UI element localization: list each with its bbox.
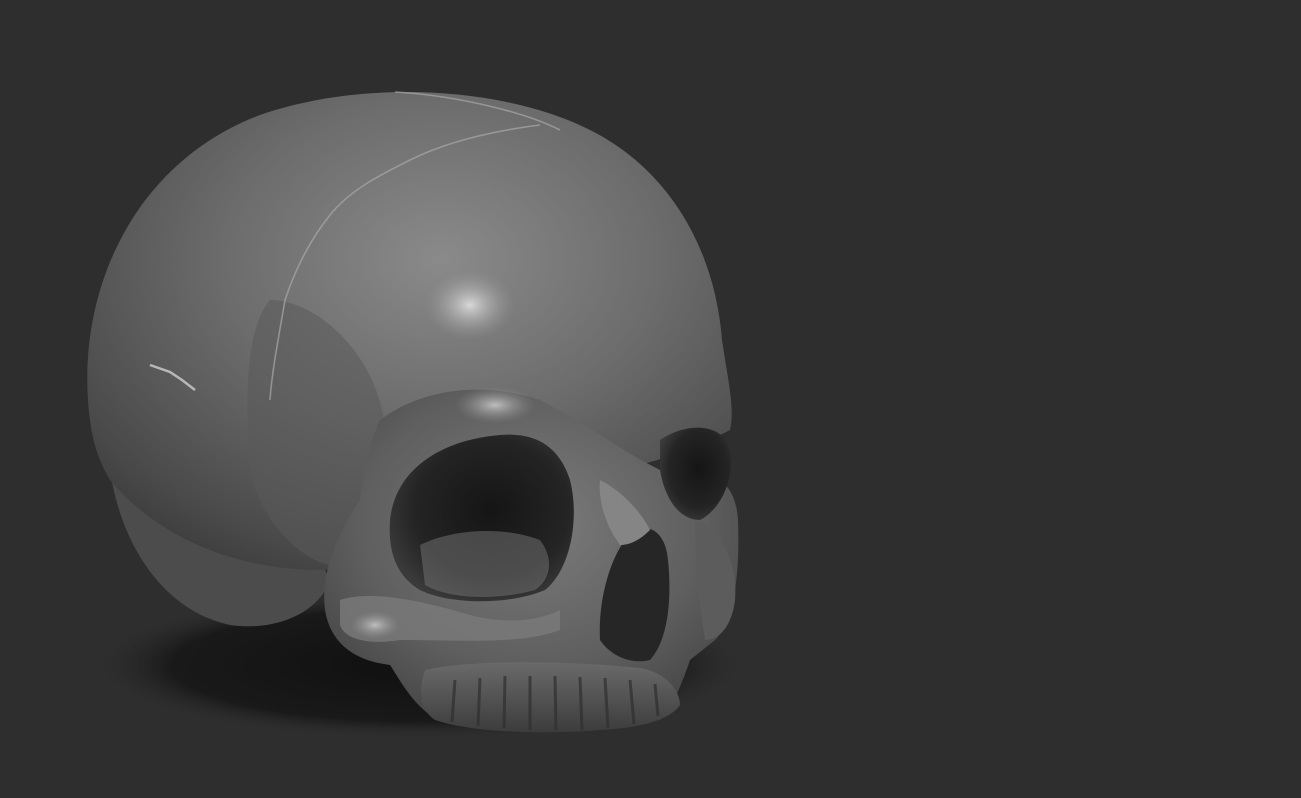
orbit-inner-wall	[420, 530, 550, 597]
skull-render	[87, 91, 750, 740]
cheek-highlight	[350, 611, 400, 639]
upper-jaw	[421, 662, 680, 733]
forehead-highlight	[425, 270, 515, 340]
3d-viewport[interactable]	[0, 0, 1301, 798]
brow-highlight	[455, 387, 535, 423]
